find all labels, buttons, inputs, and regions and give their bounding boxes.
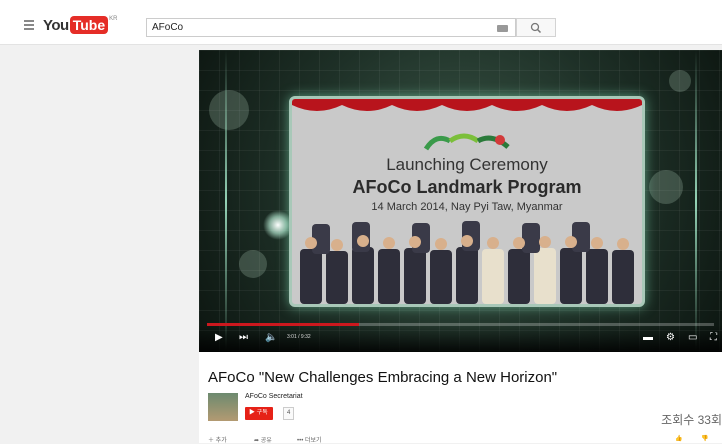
video-info: AFoCo "New Challenges Embracing a New Ho… [199,352,722,444]
next-icon[interactable]: ⏭ [239,333,248,343]
progress-bar[interactable] [207,323,714,326]
view-count: 조회수 33회 [661,413,722,427]
youtube-logo[interactable]: You Tube KR [43,16,117,34]
red-curtain-swag [292,99,642,111]
theater-mode-icon[interactable]: ▭ [688,333,697,343]
thumbs-down-icon: 👎 [701,436,709,442]
player-controls: ▶ ⏭ 🔈 3:01 / 9:32 ▬ ⚙ ▭ ⛶ [199,323,722,352]
fullscreen-icon[interactable]: ⛶ [710,333,717,343]
thumbs-up-icon: 👍 [675,436,683,442]
video-title: AFoCo "New Challenges Embracing a New Ho… [208,369,558,386]
group-photo [300,221,634,304]
masthead: You Tube KR AFoCo [0,0,722,45]
subscribe-button[interactable]: ▶ 구독 [245,407,273,420]
logo-region: KR [109,16,118,22]
channel-name[interactable]: AFoCo Secretariat [245,393,303,400]
like-button[interactable]: 👍 [675,435,682,442]
bokeh-light [209,90,249,130]
search-input[interactable]: AFoCo [146,18,516,37]
subscribe-label: 구독 [256,410,268,416]
slide-date-location: 14 March 2014, Nay Pyi Taw, Myanmar [371,201,563,213]
menu-icon[interactable] [24,20,34,32]
dislike-button[interactable]: 👎 [701,435,708,442]
time-display: 3:01 / 9:32 [287,334,311,340]
slide-title-line2: AFoCo Landmark Program [352,177,582,197]
gear-icon[interactable]: ⚙ [666,333,675,343]
left-gutter [0,45,197,443]
light-streak [695,50,697,352]
more-icon: ••• [297,438,305,444]
afoco-logo [423,133,510,151]
subscriber-count: 4 [283,407,295,420]
share-label: 공유 [260,438,272,444]
channel-avatar[interactable] [208,393,238,421]
more-label: 더보기 [304,438,322,444]
slide-frame: Launching Ceremony AFoCo Landmark Progra… [289,96,645,307]
add-label: 추가 [215,438,227,444]
captions-icon[interactable]: ▬ [643,333,653,343]
slide-title-line1: Launching Ceremony [386,155,548,174]
plus-icon: ＋ [208,438,216,444]
bokeh-light [649,170,683,204]
share-icon: ➦ [254,438,261,444]
progress-bar-fill [207,323,360,326]
search-icon [530,22,542,34]
keyboard-icon[interactable] [497,25,508,32]
light-streak [225,50,227,352]
search-button[interactable] [516,18,556,37]
logo-you-text: You [43,16,69,34]
search-query: AFoCo [152,22,184,33]
youtube-play-icon: ▶ [249,410,257,416]
volume-icon[interactable]: 🔈 [265,333,277,343]
bokeh-light [669,70,691,92]
play-icon[interactable]: ▶ [215,333,223,343]
bokeh-light [239,250,267,278]
video-player[interactable]: Launching Ceremony AFoCo Landmark Progra… [199,50,722,352]
logo-tube-text: Tube [69,16,109,34]
